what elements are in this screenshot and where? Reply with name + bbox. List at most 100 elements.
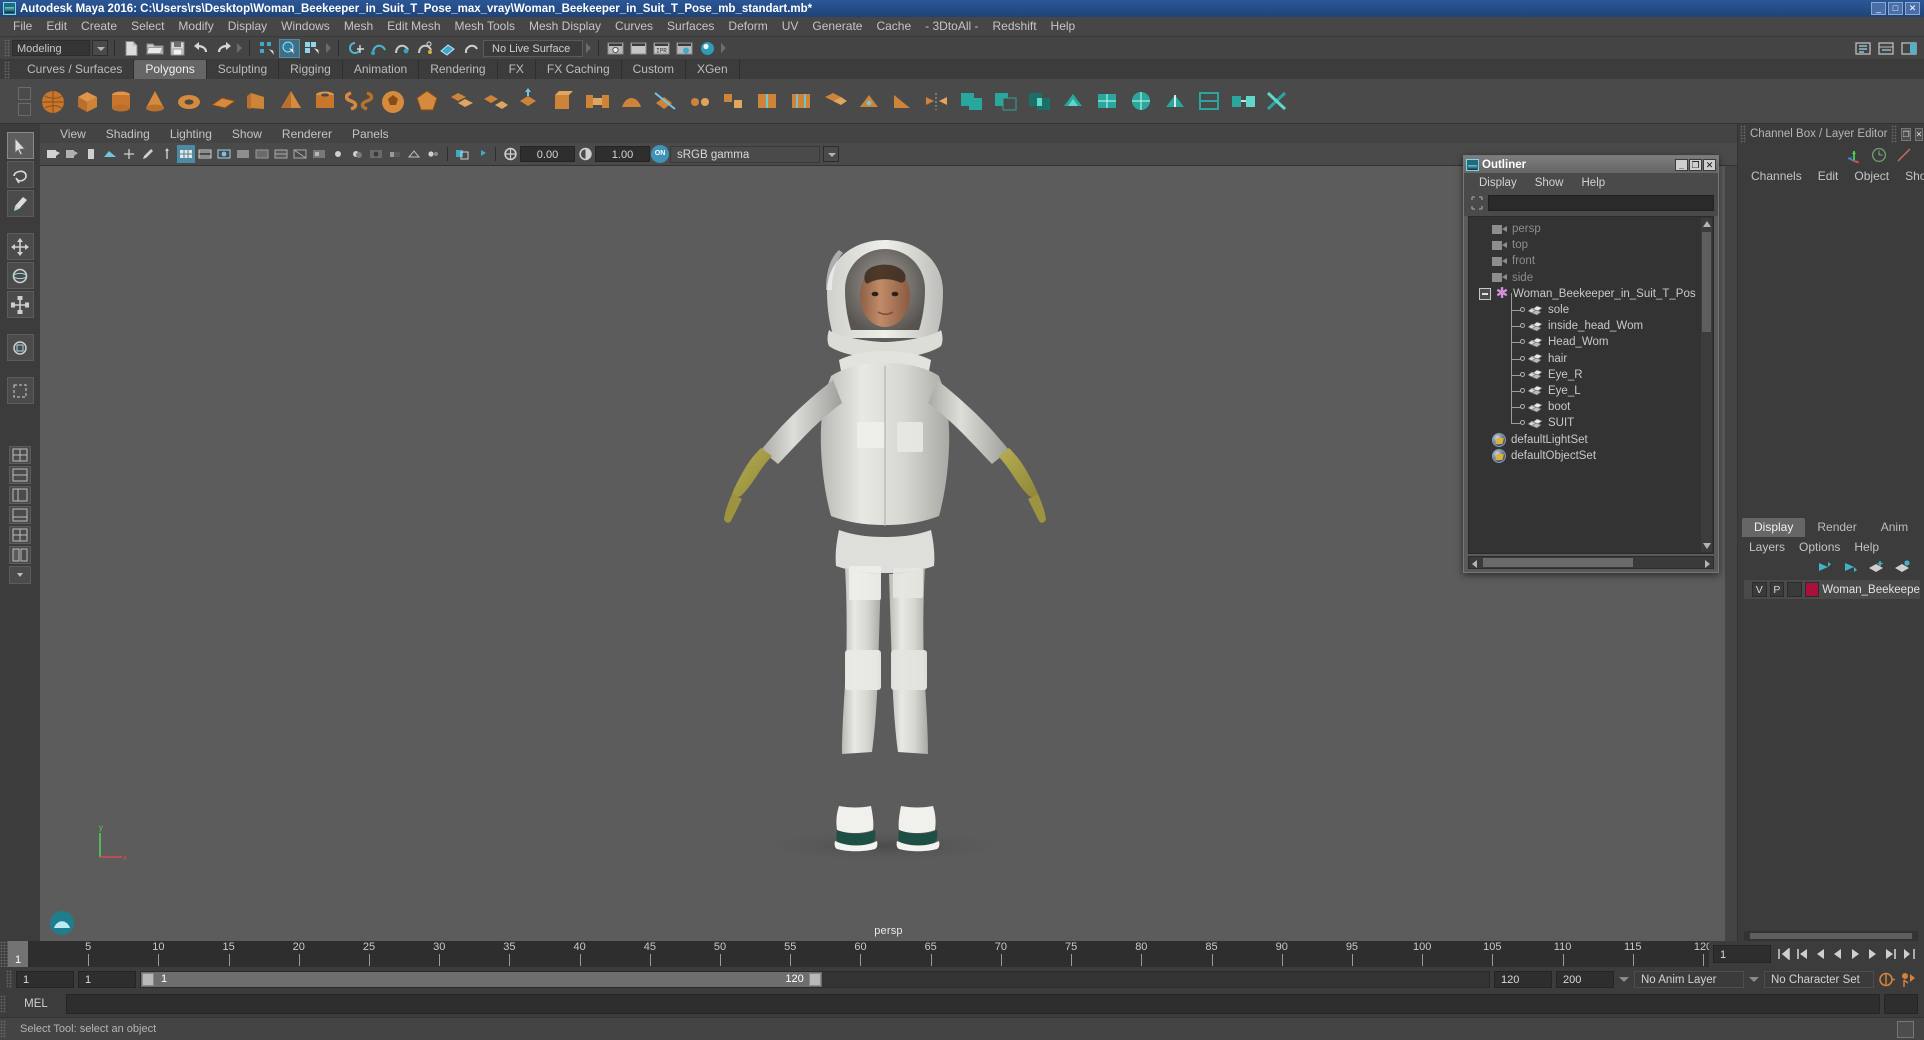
auto-keyframe-icon[interactable]: [1878, 971, 1896, 988]
go-to-start-icon[interactable]: [1775, 945, 1792, 963]
soft-select-icon[interactable]: [6, 377, 34, 404]
layer-color-swatch[interactable]: [1804, 582, 1820, 597]
rotate-tool-icon[interactable]: [6, 262, 34, 289]
step-forward-frame-icon[interactable]: [1865, 945, 1882, 963]
layout-two-panes-icon[interactable]: [9, 466, 31, 484]
menu-uv[interactable]: UV: [775, 17, 806, 36]
channel-box-close-button[interactable]: ✕: [1914, 127, 1924, 141]
maximize-button[interactable]: □: [1888, 2, 1903, 15]
menu-curves[interactable]: Curves: [608, 17, 660, 36]
current-time-indicator[interactable]: 1: [8, 941, 28, 967]
lasso-tool-icon[interactable]: [6, 161, 34, 188]
scroll-up-icon[interactable]: [1703, 221, 1711, 227]
outliner-minimize-button[interactable]: _: [1675, 158, 1688, 171]
redo-render-icon[interactable]: [628, 39, 649, 58]
range-start-field[interactable]: 1: [78, 970, 136, 988]
outliner-hscroll-thumb[interactable]: [1483, 558, 1633, 567]
shelf-tab-custom[interactable]: Custom: [621, 60, 686, 79]
layer-list-scrollbar[interactable]: [1744, 931, 1918, 941]
range-bar[interactable]: 1 120: [140, 970, 1490, 988]
outliner-item[interactable]: Head_Wom: [1479, 325, 1713, 350]
layer-row[interactable]: V P Woman_Beekeeper_in: [1744, 580, 1920, 599]
snap-to-curve-icon[interactable]: [368, 39, 389, 58]
channel-box-grip[interactable]: [1740, 125, 1746, 143]
poly-prism-icon[interactable]: [242, 86, 273, 117]
layout-more-icon[interactable]: [9, 566, 31, 584]
scroll-right-icon[interactable]: [1705, 560, 1710, 568]
help-line-grip[interactable]: [0, 1020, 6, 1038]
character-set-dropdown-icon[interactable]: [1748, 971, 1760, 988]
exposure-value[interactable]: 0.00: [520, 146, 575, 162]
outliner-item[interactable]: sole: [1479, 293, 1713, 318]
insert-edge-loop-icon[interactable]: [752, 86, 783, 117]
poly-cone-icon[interactable]: [140, 86, 171, 117]
layer-menu-help[interactable]: Help: [1847, 540, 1886, 554]
outliner-item[interactable]: persp: [1479, 221, 1713, 237]
multi-cut-icon[interactable]: [650, 86, 681, 117]
dolly-icon[interactable]: [158, 145, 176, 163]
grease-pencil-icon[interactable]: [139, 145, 157, 163]
hypershade-icon[interactable]: [697, 39, 718, 58]
shelf-settings-icon[interactable]: [17, 102, 31, 116]
viewport-menu-renderer[interactable]: Renderer: [272, 127, 342, 141]
layout-hypershade-icon[interactable]: [9, 546, 31, 564]
boolean-union-icon[interactable]: [956, 86, 987, 117]
scale-tool-icon[interactable]: [6, 291, 34, 318]
offset-edge-loop-icon[interactable]: [786, 86, 817, 117]
current-frame-field[interactable]: 1: [1713, 945, 1771, 963]
snap-to-grid-icon[interactable]: [345, 39, 366, 58]
statusline-grip[interactable]: [4, 39, 10, 57]
shelf-tab-rigging[interactable]: Rigging: [279, 60, 343, 79]
render-current-frame-icon[interactable]: [605, 39, 626, 58]
menu-mesh-display[interactable]: Mesh Display: [522, 17, 608, 36]
layer-menu-options[interactable]: Options: [1792, 540, 1847, 554]
boolean-difference-icon[interactable]: [990, 86, 1021, 117]
isolate-select-icon[interactable]: [453, 145, 471, 163]
range-end-handle[interactable]: [808, 972, 821, 986]
menu-mesh[interactable]: Mesh: [337, 17, 380, 36]
combine-icon[interactable]: [446, 86, 477, 117]
transfer-attributes-icon[interactable]: [1228, 86, 1259, 117]
crease-tool-icon[interactable]: [1160, 86, 1191, 117]
layout-persp-graph-icon[interactable]: [9, 506, 31, 524]
outliner-vertical-scrollbar[interactable]: [1701, 218, 1712, 552]
command-language-label[interactable]: MEL: [6, 998, 66, 1010]
menu-display[interactable]: Display: [221, 17, 274, 36]
film-gate-icon[interactable]: [196, 145, 214, 163]
play-backwards-icon[interactable]: [1829, 945, 1846, 963]
lights-toggle-icon[interactable]: [329, 145, 347, 163]
close-button[interactable]: ✕: [1905, 2, 1920, 15]
bookmark-icon[interactable]: [82, 145, 100, 163]
extrude-icon[interactable]: [514, 86, 545, 117]
separate-icon[interactable]: [480, 86, 511, 117]
grid-toggle-icon[interactable]: [177, 145, 195, 163]
connect-components-icon[interactable]: [1262, 86, 1293, 117]
outliner-menu-help[interactable]: Help: [1573, 177, 1615, 189]
animation-preferences-icon[interactable]: [1900, 971, 1918, 988]
filter-icon[interactable]: [1470, 195, 1484, 210]
menu-set-dropdown-icon[interactable]: [92, 40, 108, 56]
outliner-item[interactable]: defaultObjectSet: [1479, 448, 1713, 464]
outliner-item[interactable]: boot: [1479, 390, 1713, 415]
step-back-frame-icon[interactable]: [1811, 945, 1828, 963]
smooth-icon[interactable]: [616, 86, 647, 117]
shelf-tab-animation[interactable]: Animation: [342, 60, 420, 79]
snap-to-projected-center-icon[interactable]: [414, 39, 435, 58]
clock-icon[interactable]: [1871, 147, 1887, 163]
layer-tab-render[interactable]: Render: [1805, 518, 1868, 537]
anim-layer-dropdown-icon[interactable]: [1618, 971, 1630, 988]
layout-four-view-icon[interactable]: [9, 526, 31, 544]
ipr-render-icon[interactable]: IPR: [651, 39, 672, 58]
menu-modify[interactable]: Modify: [171, 17, 220, 36]
menu-edit[interactable]: Edit: [39, 17, 74, 36]
statusline-expander-1-icon[interactable]: [236, 40, 243, 56]
go-to-end-icon[interactable]: [1901, 945, 1918, 963]
universal-manipulator-icon[interactable]: [6, 334, 34, 361]
outliner-scroll-thumb[interactable]: [1702, 232, 1711, 332]
gamma-value[interactable]: 1.00: [595, 146, 650, 162]
menu-windows[interactable]: Windows: [274, 17, 337, 36]
snap-to-view-plane-icon[interactable]: [437, 39, 458, 58]
menu-cache[interactable]: Cache: [869, 17, 918, 36]
poke-face-icon[interactable]: [854, 86, 885, 117]
menu-file[interactable]: File: [6, 17, 39, 36]
